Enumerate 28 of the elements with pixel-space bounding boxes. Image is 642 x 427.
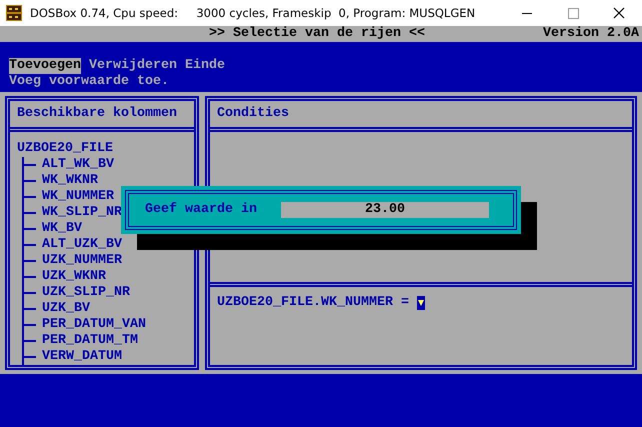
tree-item[interactable]: PER_DATUM_VAN: [42, 317, 146, 333]
panel-title: Beschikbare kolommen: [17, 106, 177, 122]
screen-title: >> Selectie van de rijen <<: [209, 26, 425, 42]
app-icon: [6, 5, 22, 21]
tree-item[interactable]: WK_SLIP_NR: [42, 205, 122, 221]
tree-item[interactable]: UZK_SLIP_NR: [42, 285, 130, 301]
tree-item[interactable]: VERW_DATUM: [42, 349, 122, 365]
tree-item[interactable]: PER_DATUM_TM: [42, 333, 138, 349]
menu-item[interactable]: Toevoegen: [9, 58, 81, 74]
tree-item[interactable]: WK_WKNR: [42, 173, 98, 189]
tree-item[interactable]: UZK_BV: [42, 301, 90, 317]
dialog-label: Geef waarde in: [145, 202, 258, 218]
value-field[interactable]: 23.00: [281, 202, 489, 218]
menu-item[interactable]: Einde: [184, 58, 225, 74]
window-title: DOSBox 0.74, Cpu speed: 3000 cycles, Frameskip 0, Program: MUSQLGEN: [30, 6, 476, 20]
tree-item[interactable]: WK_BV: [42, 221, 82, 237]
tree-item[interactable]: ALT_UZK_BV: [42, 237, 122, 253]
menu-item[interactable]: Verwijderen: [88, 58, 177, 74]
tree-item[interactable]: UZK_WKNR: [42, 269, 106, 285]
version-label: Version 2.0A: [543, 26, 639, 42]
tree-root[interactable]: UZBOE20_FILE: [17, 141, 194, 157]
condition-expression: UZBOE20_FILE.WK_NUMMER =: [217, 295, 409, 311]
tree-item[interactable]: WK_NUMMER: [42, 189, 114, 205]
text-cursor: [416, 296, 425, 310]
tree-item[interactable]: UZK_NUMMER: [42, 253, 122, 269]
panel-title: Condities: [217, 106, 289, 122]
hint-text: Voeg voorwaarde toe.: [8, 74, 170, 90]
tree-item[interactable]: ALT_WK_BV: [42, 157, 114, 173]
